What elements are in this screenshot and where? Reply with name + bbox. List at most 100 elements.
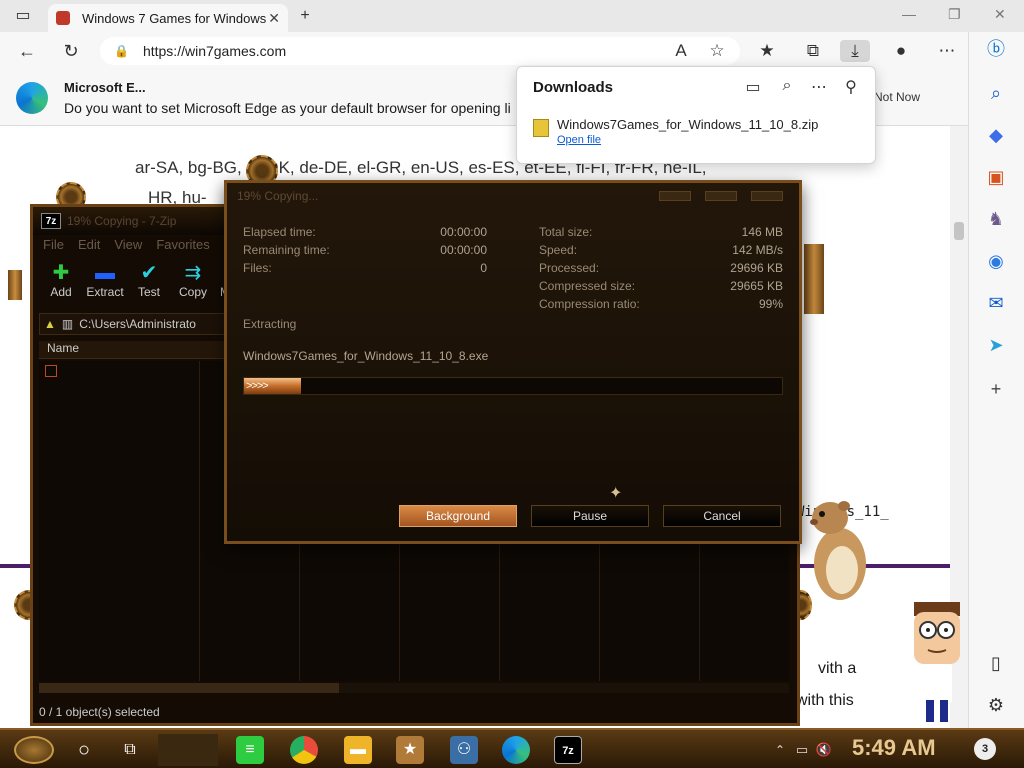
- search-downloads-icon[interactable]: ⌕: [777, 77, 797, 95]
- read-aloud-icon[interactable]: A: [670, 40, 692, 62]
- open-file-link[interactable]: Open file: [557, 134, 818, 146]
- tools-icon[interactable]: ▣: [985, 166, 1007, 188]
- plus-icon: ✚: [52, 262, 70, 284]
- file-explorer-icon[interactable]: ▬: [344, 736, 372, 764]
- cortana-icon[interactable]: ○: [70, 736, 98, 764]
- seven-zip-taskbar-icon[interactable]: 7z: [554, 736, 582, 764]
- extracting-label: Extracting: [243, 317, 297, 331]
- download-item[interactable]: Windows7Games_for_Windows_11_10_8.zip Op…: [533, 117, 818, 146]
- tab-actions-icon[interactable]: ▭: [14, 7, 32, 25]
- bing-icon[interactable]: ⓑ: [985, 38, 1007, 60]
- profile-icon[interactable]: ●: [890, 40, 912, 62]
- outlook-icon[interactable]: ✉: [985, 292, 1007, 314]
- pipe-decoration: [804, 244, 824, 314]
- dialog-minimize-button[interactable]: [659, 191, 691, 201]
- body-text-fragment: vith a: [818, 660, 857, 677]
- seven-zip-menu: File Edit View Favorites: [39, 237, 210, 257]
- minimize-icon[interactable]: —: [902, 6, 916, 22]
- new-tab-icon[interactable]: +: [296, 7, 314, 25]
- download-file-name: Windows7Games_for_Windows_11_10_8.zip: [557, 117, 819, 132]
- browser-tab[interactable]: Windows 7 Games for Windows ✕: [48, 4, 288, 32]
- chrome-icon[interactable]: [290, 736, 318, 764]
- menu-favorites[interactable]: Favorites: [156, 237, 209, 257]
- copy-button[interactable]: ⇉ Copy: [171, 261, 215, 305]
- pin-icon[interactable]: ⚲: [841, 77, 861, 97]
- volume-muted-icon[interactable]: 🔇: [810, 736, 838, 764]
- favorites-icon[interactable]: ★: [756, 40, 778, 62]
- dialog-title: 19% Copying...: [237, 189, 319, 203]
- site-favicon-icon: [56, 11, 70, 25]
- minus-icon: ▬: [95, 262, 115, 284]
- menu-view[interactable]: View: [114, 237, 142, 257]
- office-icon[interactable]: ◉: [985, 250, 1007, 272]
- folder-up-icon[interactable]: ▲: [44, 317, 56, 331]
- add-button[interactable]: ✚ Add: [39, 261, 83, 305]
- notification-message: Do you want to set Microsoft Edge as you…: [64, 100, 511, 116]
- search-icon[interactable]: ⌕: [985, 82, 1007, 104]
- processed-label: Processed:: [539, 261, 600, 275]
- compressed-size-value: 29665 KB: [730, 279, 783, 293]
- downloads-header: Downloads: [533, 79, 614, 96]
- menu-file[interactable]: File: [43, 237, 64, 257]
- games-app-icon[interactable]: ★: [396, 736, 424, 764]
- not-now-button[interactable]: Not Now: [874, 90, 920, 104]
- test-button[interactable]: ✔ Test: [127, 261, 171, 305]
- dialog-close-button[interactable]: [751, 191, 783, 201]
- extract-button[interactable]: ▬ Extract: [83, 261, 127, 305]
- open-folder-icon[interactable]: ▭: [743, 77, 763, 97]
- add-favorite-icon[interactable]: ☆: [706, 40, 728, 62]
- copy-arrow-icon: ⇉: [184, 262, 202, 284]
- file-item-icon[interactable]: [45, 365, 57, 377]
- settings-gear-icon[interactable]: ⚙: [985, 694, 1007, 716]
- remaining-label: Remaining time:: [243, 243, 330, 257]
- background-button[interactable]: Background: [399, 505, 517, 527]
- add-sidebar-icon[interactable]: +: [985, 378, 1007, 400]
- scrollbar-thumb[interactable]: [954, 222, 964, 240]
- scrollbar-thumb[interactable]: [39, 683, 339, 693]
- refresh-icon[interactable]: ↻: [60, 40, 82, 62]
- compressed-size-label: Compressed size:: [539, 279, 636, 293]
- path-field[interactable]: ▲ ▥ C:\Users\Administrato: [39, 313, 229, 335]
- dialog-maximize-button[interactable]: [705, 191, 737, 201]
- notification-center-icon[interactable]: 3: [974, 738, 996, 760]
- task-view-icon[interactable]: ⧉: [116, 736, 144, 764]
- split-view-icon[interactable]: ▯: [985, 652, 1007, 674]
- games-icon[interactable]: ♞: [985, 208, 1007, 230]
- taskbar-clock[interactable]: 5:49 AM: [852, 735, 936, 761]
- close-tab-icon[interactable]: ✕: [268, 10, 280, 27]
- edge-taskbar-icon[interactable]: [502, 736, 530, 764]
- seven-zip-logo-icon: 7z: [41, 213, 61, 229]
- menu-edit[interactable]: Edit: [78, 237, 100, 257]
- start-button-icon[interactable]: [14, 736, 54, 764]
- restore-icon[interactable]: ❐: [948, 6, 961, 23]
- close-window-icon[interactable]: ✕: [994, 6, 1006, 23]
- more-options-icon[interactable]: ⋯: [809, 77, 829, 97]
- address-bar[interactable]: 🔒 https://win7games.com: [100, 37, 740, 65]
- send-icon[interactable]: ➤: [985, 334, 1007, 356]
- python-icon[interactable]: ⚇: [450, 736, 478, 764]
- downloads-icon[interactable]: ⤓: [840, 40, 870, 62]
- speed-value: 142 MB/s: [732, 243, 783, 257]
- collections-icon[interactable]: ⧉: [802, 40, 824, 62]
- shopping-icon[interactable]: ◆: [985, 124, 1007, 146]
- lock-icon: 🔒: [114, 44, 129, 58]
- processed-value: 29696 KB: [730, 261, 783, 275]
- back-icon[interactable]: ←: [16, 40, 38, 62]
- files-value: 0: [480, 261, 487, 275]
- url-text: https://win7games.com: [142, 43, 287, 59]
- cancel-button[interactable]: Cancel: [663, 505, 781, 527]
- column-header-name[interactable]: Name: [39, 341, 229, 359]
- current-file-name: Windows7Games_for_Windows_11_10_8.exe: [243, 349, 489, 363]
- status-bar-text: 0 / 1 object(s) selected: [39, 705, 160, 719]
- edge-sidebar: ⓑ ⌕ ◆ ▣ ♞ ◉ ✉ ➤ + ▯ ⚙: [968, 32, 1024, 728]
- seven-zip-toolbar: ✚Add ▬Extract ✔Test ⇉Copy ·M: [39, 261, 235, 305]
- tab-bar: ▭ Windows 7 Games for Windows ✕ + — ❐ ✕: [0, 0, 1024, 32]
- more-icon[interactable]: ⋯: [936, 40, 958, 62]
- pause-button[interactable]: Pause: [531, 505, 649, 527]
- sticky-notes-icon[interactable]: ≡: [236, 736, 264, 764]
- taskbar-search-box[interactable]: [158, 734, 218, 766]
- archive-icon: ▥: [61, 317, 74, 331]
- column-divider: [199, 361, 200, 681]
- horizontal-scrollbar[interactable]: [39, 683, 789, 693]
- check-icon: ✔: [140, 262, 158, 284]
